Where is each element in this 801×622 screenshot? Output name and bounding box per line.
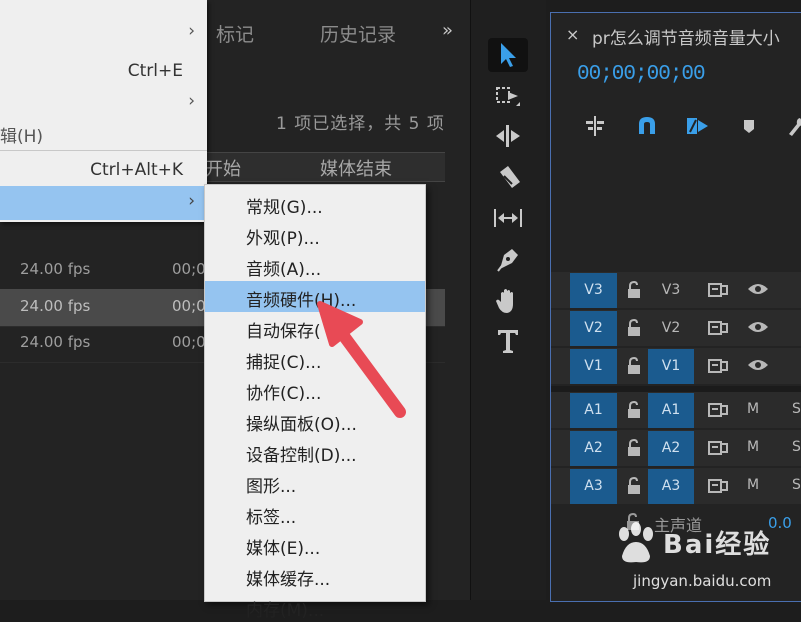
source-patch[interactable]: V3 [570, 273, 617, 308]
source-patch[interactable]: A2 [570, 431, 617, 466]
timeline-toolbar [551, 114, 801, 146]
sync-lock-icon[interactable] [708, 440, 728, 460]
track-header-v1[interactable]: V1 V1 [551, 348, 801, 384]
track-header-a2[interactable]: A2 A2 M S [551, 430, 801, 466]
nest-insert-icon[interactable] [583, 114, 607, 142]
track-header-v2[interactable]: V2 V2 [551, 310, 801, 346]
frame-rate-cell: 24.00 fps [20, 333, 91, 351]
ripple-edit-tool-icon[interactable] [488, 120, 528, 154]
tab-history[interactable]: 历史记录 [320, 20, 396, 47]
track-target[interactable]: V1 [648, 349, 694, 384]
lock-icon[interactable] [627, 438, 641, 461]
lock-icon[interactable] [627, 476, 641, 499]
source-patch[interactable]: A1 [570, 393, 617, 428]
lock-icon[interactable] [627, 356, 641, 379]
track-target[interactable]: A2 [648, 431, 694, 466]
timecode-cell: 00;0 [172, 260, 206, 278]
menu-item-edit[interactable]: 辑(H) [0, 118, 207, 148]
track-header-v3[interactable]: V3 V3 [551, 272, 801, 308]
track-target[interactable]: A1 [648, 393, 694, 428]
submenu-item-audio[interactable]: 音频(A)... [205, 250, 425, 281]
menu-item-keyboard-shortcuts[interactable]: Ctrl+Alt+K [0, 156, 207, 186]
submenu-item-labels[interactable]: 标签... [205, 498, 425, 529]
source-patch[interactable]: A3 [570, 469, 617, 504]
eye-icon[interactable] [747, 357, 769, 377]
lock-icon[interactable] [627, 280, 641, 303]
mute-button[interactable]: M [747, 401, 759, 417]
submenu-item-media-cache[interactable]: 媒体缓存... [205, 560, 425, 591]
sync-lock-icon[interactable] [708, 282, 728, 302]
master-volume-value[interactable]: 0.0 [768, 514, 792, 532]
track-headers: V3 V3 V2 V2 V1 V1 A1 A1 M S A2 A2 M S A3 [551, 272, 801, 540]
menu-item-label: 辑(H) [0, 127, 44, 147]
menu-item-submenu[interactable]: › [0, 88, 207, 118]
hand-tool-icon[interactable] [488, 284, 528, 318]
solo-button[interactable]: S [792, 439, 801, 455]
lock-icon[interactable] [627, 318, 641, 341]
annotation-arrow-icon [300, 290, 420, 434]
sequence-title[interactable]: pr怎么调节音频音量大小 [592, 24, 780, 49]
settings-wrench-icon[interactable] [785, 114, 801, 142]
track-target[interactable]: V3 [648, 273, 694, 308]
track-divider[interactable] [551, 386, 801, 392]
timecode-cell: 00;0 [172, 333, 206, 351]
submenu-item-media[interactable]: 媒体(E)... [205, 529, 425, 560]
mute-button[interactable]: M [747, 477, 759, 493]
close-icon[interactable]: × [566, 25, 579, 44]
type-tool-icon[interactable] [488, 324, 528, 358]
submenu-item-general[interactable]: 常规(G)... [205, 188, 425, 219]
menu-divider [0, 150, 207, 151]
eye-icon[interactable] [747, 319, 769, 339]
track-header-a3[interactable]: A3 A3 M S [551, 468, 801, 504]
pen-tool-icon[interactable] [488, 243, 528, 277]
submenu-arrow-icon: › [188, 21, 195, 41]
column-header: 开始 媒体结束 [205, 152, 517, 182]
source-patch[interactable]: V1 [570, 349, 617, 384]
panel-overflow-button[interactable]: » [442, 20, 453, 41]
column-media-start[interactable]: 开始 [205, 155, 241, 181]
edit-menu: › Ctrl+E › 辑(H) Ctrl+Alt+K › [0, 0, 207, 222]
source-patch[interactable]: V2 [570, 311, 617, 346]
eye-icon[interactable] [747, 281, 769, 301]
track-target[interactable]: V2 [648, 311, 694, 346]
menu-shortcut: Ctrl+Alt+K [90, 160, 183, 180]
razor-tool-icon[interactable] [488, 162, 528, 196]
sync-lock-icon[interactable] [708, 358, 728, 378]
watermark-text: Bai经验 [663, 530, 772, 560]
sync-lock-icon[interactable] [708, 320, 728, 340]
submenu-arrow-icon: › [188, 191, 195, 211]
slip-tool-icon[interactable] [488, 202, 528, 236]
menu-item-submenu[interactable]: › [0, 18, 207, 48]
column-media-end[interactable]: 媒体结束 [320, 155, 392, 181]
lock-icon[interactable] [627, 400, 641, 423]
solo-button[interactable]: S [792, 477, 801, 493]
submenu-item-appearance[interactable]: 外观(P)... [205, 219, 425, 250]
timecode-cell: 00;0 [172, 297, 206, 315]
submenu-item-graphics[interactable]: 图形... [205, 467, 425, 498]
submenu-item-memory[interactable]: 内存(M)... [205, 591, 425, 622]
frame-rate-cell: 24.00 fps [20, 260, 91, 278]
sync-lock-icon[interactable] [708, 402, 728, 422]
menu-item-edit-original[interactable]: Ctrl+E [0, 57, 207, 87]
track-target[interactable]: A3 [648, 469, 694, 504]
snap-magnet-icon[interactable] [635, 114, 659, 142]
menu-item-preferences[interactable]: › [0, 186, 207, 220]
linked-selection-icon[interactable] [684, 114, 710, 142]
selection-count: 1 项已选择，共 5 项 [276, 114, 445, 134]
track-header-a1[interactable]: A1 A1 M S [551, 392, 801, 428]
tab-markers[interactable]: 标记 [216, 20, 254, 47]
add-marker-icon[interactable] [741, 114, 757, 142]
frame-rate-cell: 24.00 fps [20, 297, 91, 315]
selection-tool-icon[interactable] [488, 38, 528, 72]
submenu-item-device-control[interactable]: 设备控制(D)... [205, 436, 425, 467]
playhead-timecode[interactable]: 00;00;00;00 [577, 63, 706, 86]
baidu-paw-logo [612, 522, 660, 570]
menu-shortcut: Ctrl+E [127, 61, 183, 81]
track-select-tool-icon[interactable] [488, 80, 528, 114]
mute-button[interactable]: M [747, 439, 759, 455]
watermark-url: jingyan.baidu.com [633, 572, 772, 590]
sync-lock-icon[interactable] [708, 478, 728, 498]
solo-button[interactable]: S [792, 401, 801, 417]
submenu-arrow-icon: › [188, 91, 195, 111]
